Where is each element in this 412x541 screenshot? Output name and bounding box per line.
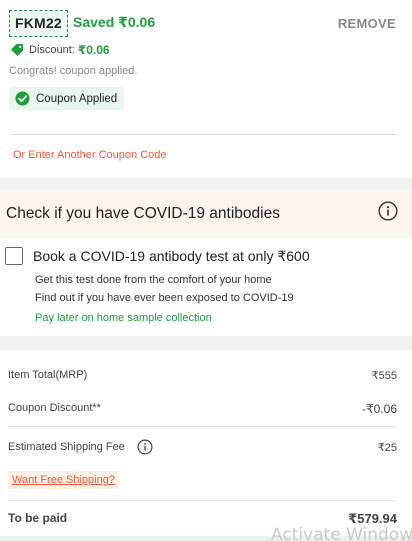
- section-gap: [0, 336, 412, 350]
- divider: [10, 134, 396, 135]
- to-be-paid-label: To be paid: [8, 511, 68, 525]
- discount-value: ₹0.06: [77, 43, 110, 57]
- coupon-discount-row: Discount: ₹0.06: [10, 43, 110, 57]
- remove-coupon-button[interactable]: REMOVE: [338, 16, 396, 31]
- coupon-code: FKM22: [9, 10, 68, 37]
- activate-windows-watermark: Activate Windows: [271, 525, 412, 541]
- covid-desc-line: Find out if you have ever been exposed t…: [35, 292, 294, 304]
- covid-section-title: Check if you have COVID-19 antibodies: [6, 205, 280, 222]
- shipping-fee-label: Estimated Shipping Fee: [8, 441, 125, 453]
- coupon-discount-label: Coupon Discount**: [8, 402, 101, 414]
- info-icon[interactable]: [378, 201, 398, 221]
- coupon-discount-value: -₹0.06: [362, 402, 397, 416]
- tag-icon: [11, 44, 23, 56]
- info-icon[interactable]: [137, 439, 153, 455]
- enter-another-coupon-link[interactable]: Or Enter Another Coupon Code: [13, 149, 166, 161]
- applied-coupon-section: FKM22 Saved ₹0.06 REMOVE Discount: ₹0.06…: [0, 0, 412, 178]
- divider: [8, 500, 396, 501]
- item-total-label: Item Total(MRP): [8, 369, 88, 381]
- shipping-fee-value: ₹25: [377, 442, 397, 454]
- coupon-applied-label: Coupon Applied: [36, 92, 118, 105]
- pay-later-note: Pay later on home sample collection: [35, 312, 212, 324]
- coupon-saved-amount: Saved ₹0.06: [73, 14, 156, 30]
- covid-desc-line: Get this test done from the comfort of y…: [35, 274, 272, 286]
- item-total-value: ₹555: [371, 370, 397, 382]
- divider: [8, 426, 396, 427]
- covid-test-checkbox[interactable]: [5, 247, 23, 265]
- check-circle-icon: [15, 91, 30, 106]
- coupon-applied-badge: Coupon Applied: [9, 87, 125, 110]
- free-shipping-link[interactable]: Want Free Shipping?: [8, 471, 119, 489]
- section-gap: [0, 178, 412, 190]
- coupon-congrats-text: Congrats! coupon applied.: [9, 65, 138, 77]
- discount-label: Discount:: [29, 44, 75, 56]
- covid-test-label[interactable]: Book a COVID-19 antibody test at only ₹6…: [33, 248, 310, 265]
